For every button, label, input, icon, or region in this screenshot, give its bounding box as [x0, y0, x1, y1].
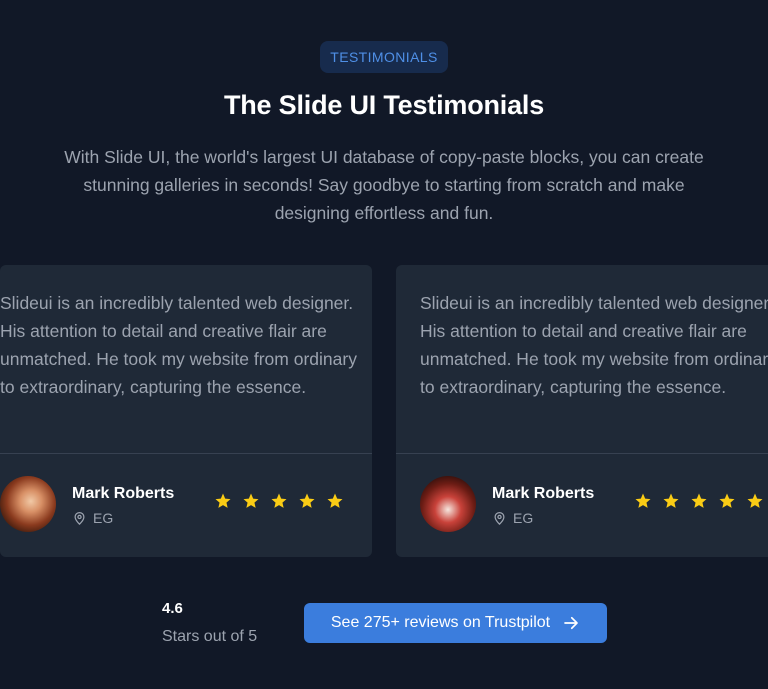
location-pin-icon: [494, 511, 505, 525]
testimonial-quote: Slideui is an incredibly talented web de…: [0, 293, 357, 397]
trustpilot-reviews-label: See 275+ reviews on Trustpilot: [330, 614, 551, 631]
rating-value: 4.6: [162, 600, 183, 617]
avatar: [0, 476, 56, 532]
star-icon: [747, 493, 763, 508]
reviewer-location-text: EG: [513, 510, 534, 526]
reviewer-location: EG: [72, 510, 113, 526]
trustpilot-reviews-button[interactable]: See 275+ reviews on Trustpilot: [304, 603, 607, 643]
testimonial-quote: Slideui is an incredibly talented web de…: [420, 293, 768, 397]
reviewer-location-text: EG: [93, 510, 114, 526]
rating-caption: Stars out of 5: [162, 628, 258, 645]
section-badge: TESTIMONIALS: [320, 41, 448, 73]
testimonials-section: TESTIMONIALS The Slide UI Testimonials W…: [0, 0, 768, 689]
card-divider: [396, 453, 768, 454]
location-pin-icon: [74, 511, 85, 525]
reviewer-name: Mark Roberts: [492, 485, 595, 502]
star-icon: [635, 493, 651, 508]
star-icon: [719, 493, 735, 508]
star-icon: [271, 493, 287, 508]
star-icon: [327, 493, 343, 508]
star-rating: [634, 492, 764, 510]
star-rating: [214, 492, 344, 510]
star-icon: [243, 493, 259, 508]
testimonial-card: Slideui is an incredibly talented web de…: [396, 265, 768, 557]
star-icon: [215, 493, 231, 508]
reviewer-location: EG: [492, 510, 533, 526]
section-subtitle: With Slide UI, the world's largest UI da…: [64, 147, 704, 223]
avatar: [420, 476, 476, 532]
star-icon: [663, 493, 679, 508]
reviewer-name: Mark Roberts: [72, 485, 175, 502]
card-divider: [0, 453, 372, 454]
testimonial-card: Slideui is an incredibly talented web de…: [0, 265, 372, 557]
star-icon: [299, 493, 315, 508]
star-icon: [691, 493, 707, 508]
arrow-right-icon: [564, 616, 578, 630]
section-title: The Slide UI Testimonials: [223, 90, 545, 120]
